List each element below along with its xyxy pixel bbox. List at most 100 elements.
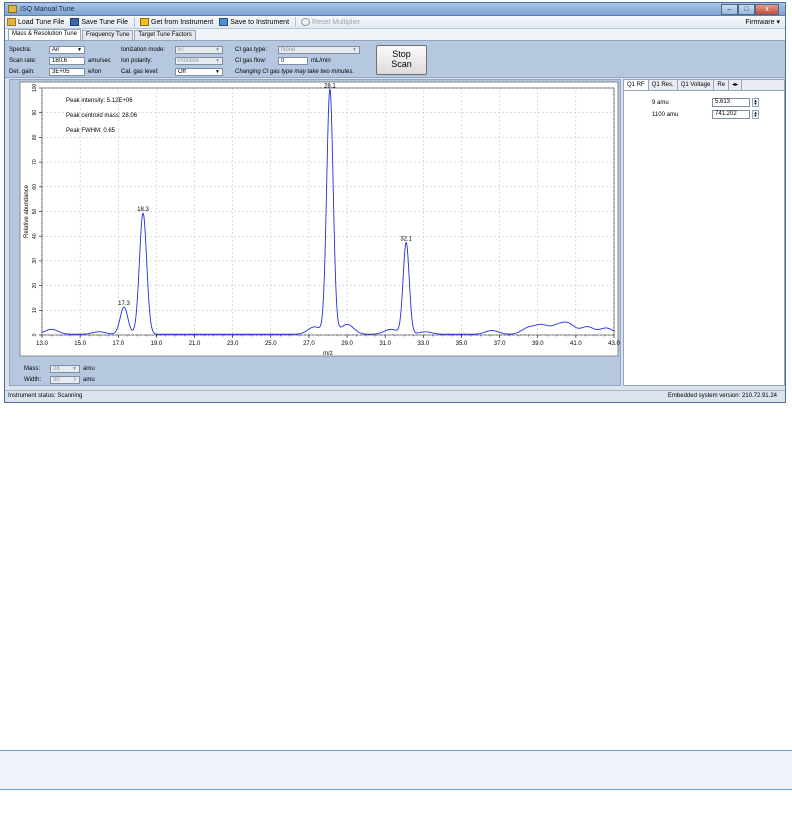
ion-polarity-label: Ion polarity:: [121, 58, 153, 64]
x-tick-label: 37.0: [494, 341, 506, 347]
stop-scan-line1: Stop: [392, 49, 411, 59]
y-tick-label: 70: [32, 159, 38, 165]
ci-gas-flow-input[interactable]: 0: [278, 57, 308, 65]
width-unit: amu: [83, 377, 95, 383]
ion-polarity-dropdown[interactable]: Positive ▼: [175, 57, 223, 65]
save-to-instrument-label: Save to Instrument: [230, 18, 290, 26]
floppy-icon: [70, 18, 80, 26]
peak-info-text: Peak intensity: 5.12E+06: [66, 98, 133, 104]
load-tune-file-button[interactable]: Load Tune File: [7, 18, 64, 26]
q1-rf-1100amu-spinner[interactable]: ▲ ▼: [752, 110, 759, 119]
y-tick-label: 50: [32, 209, 38, 215]
tab-re[interactable]: Re: [714, 80, 730, 90]
toolbar-separator: [134, 17, 136, 27]
x-tick-label: 27.0: [303, 341, 315, 347]
toolbar-separator: [295, 17, 297, 27]
save-tune-file-label: Save Tune File: [81, 18, 129, 26]
ci-gas-type-dropdown[interactable]: None ▼: [278, 46, 360, 54]
title-bar: ISQ Manual Tune – □ x: [5, 3, 785, 16]
q1-rf-1100amu-input[interactable]: 741.202: [712, 110, 750, 119]
x-tick-label: 31.0: [379, 341, 391, 347]
width-value: 30: [53, 377, 60, 383]
instrument-status: Instrument status: Scanning: [8, 393, 83, 399]
tab-q1-res[interactable]: Q1 Res.: [649, 80, 678, 90]
peak-info-text: Peak FWHM: 0.65: [66, 128, 116, 134]
spectra-label: Spectra:: [9, 47, 32, 53]
x-tick-label: 21.0: [189, 341, 201, 347]
ionization-mode-dropdown[interactable]: EI ▼: [175, 46, 223, 54]
ci-gas-flow-unit: mL/min: [311, 58, 331, 64]
q1-settings-panel: Q1 RF Q1 Res. Q1 Voltage Re ◂▸ 9 amu 5.6…: [623, 79, 785, 386]
x-tick-label: 13.0: [36, 341, 48, 347]
y-tick-label: 100: [32, 84, 38, 93]
isq-manual-tune-window: ISQ Manual Tune – □ x Load Tune File Sav…: [4, 2, 786, 403]
x-tick-label: 43.0: [608, 341, 620, 347]
ci-gas-note: Changing CI gas type may take two minute…: [235, 69, 355, 75]
y-tick-label: 0: [32, 333, 38, 336]
close-button[interactable]: x: [755, 3, 779, 15]
cal-gas-level-label: Cal. gas level:: [121, 69, 159, 75]
ionization-mode-label: Ionization mode:: [121, 47, 166, 53]
q1-rf-9amu-input[interactable]: 5.613: [712, 98, 750, 107]
tab-scroll-arrows-icon[interactable]: ◂▸: [729, 80, 743, 90]
firmware-label: Firmware: [745, 19, 775, 26]
width-stepper[interactable]: 30 ⇕: [50, 376, 80, 384]
x-tick-label: 17.0: [112, 341, 124, 347]
maximize-button[interactable]: □: [738, 3, 755, 15]
chevron-down-icon: ▼: [352, 47, 357, 53]
scan-rate-label: Scan rate:: [9, 58, 37, 64]
ci-gas-type-value: None: [281, 47, 296, 53]
status-bar: Instrument status: Scanning Embedded sys…: [5, 390, 785, 402]
window-title: ISQ Manual Tune: [20, 5, 75, 13]
y-tick-label: 10: [32, 307, 38, 313]
toolbar: Load Tune File Save Tune File Get from I…: [5, 16, 785, 29]
folder-icon: [7, 18, 16, 26]
load-tune-file-label: Load Tune File: [18, 18, 65, 26]
save-to-instrument-button[interactable]: Save to Instrument: [219, 18, 289, 26]
x-tick-label: 41.0: [570, 341, 582, 347]
minimize-button[interactable]: –: [721, 3, 738, 15]
x-tick-label: 19.0: [151, 341, 163, 347]
y-tick-label: 60: [32, 184, 38, 190]
cal-gas-level-value: Off: [178, 69, 186, 75]
y-tick-label: 40: [32, 233, 38, 239]
stop-scan-button[interactable]: Stop Scan: [376, 45, 427, 75]
get-from-instrument-button[interactable]: Get from Instrument: [140, 18, 213, 26]
q1-tabs: Q1 RF Q1 Res. Q1 Voltage Re ◂▸: [624, 80, 784, 91]
det-gain-input[interactable]: 3E+05: [49, 68, 85, 76]
tab-frequency-tune[interactable]: Frequency Tune: [82, 30, 134, 40]
det-gain-unit: e/Ion: [88, 69, 102, 75]
cal-gas-level-dropdown[interactable]: Off ▼: [175, 68, 223, 76]
reset-multiplier-button[interactable]: Reset Multiplier: [301, 18, 360, 26]
q1-rf-row-label: 1100 amu: [652, 112, 679, 118]
ion-polarity-value: Positive: [178, 58, 200, 64]
x-tick-label: 39.0: [532, 341, 544, 347]
y-tick-label: 20: [32, 283, 38, 289]
chevron-down-icon: ▼: [215, 69, 220, 75]
spectrum-chart-area: 0 10 20 30 40 50 60 70 80 90 100 13.0 15.0 17.0 19.0 21…: [9, 79, 621, 386]
scan-rate-input[interactable]: 180.6: [49, 57, 85, 65]
y-tick-label: 30: [32, 258, 38, 264]
app-icon: [8, 5, 17, 13]
tune-tabs: Mass & Resolution Tune Frequency Tune Ta…: [5, 29, 785, 40]
det-gain-label: Det. gain:: [9, 69, 35, 75]
get-from-instrument-label: Get from Instrument: [151, 18, 214, 26]
peak-info-text: Peak centroid mass: 28.06: [66, 113, 138, 119]
x-tick-label: 15.0: [74, 341, 86, 347]
tab-q1-voltage[interactable]: Q1 Voltage: [678, 80, 715, 90]
scan-rate-unit: amu/sec: [88, 58, 111, 64]
tab-mass-resolution-tune[interactable]: Mass & Resolution Tune: [8, 29, 82, 40]
x-tick-label: 33.0: [417, 341, 429, 347]
tab-q1-rf[interactable]: Q1 RF: [624, 80, 649, 90]
x-tick-label: 35.0: [456, 341, 468, 347]
ci-gas-flow-label: CI gas flow:: [235, 58, 267, 64]
peak-label: 18.3: [137, 207, 149, 213]
reset-icon: [301, 18, 311, 26]
tab-target-tune-factors[interactable]: Target Tune Factors: [134, 30, 196, 40]
save-tune-file-button[interactable]: Save Tune File: [70, 18, 128, 26]
spectra-value: Air: [52, 47, 60, 53]
firmware-menu[interactable]: Firmware ▾: [745, 18, 780, 26]
q1-rf-9amu-spinner[interactable]: ▲ ▼: [752, 98, 759, 107]
spectra-dropdown[interactable]: Air ▼: [49, 46, 85, 54]
mass-dropdown[interactable]: 28 ▼: [50, 365, 80, 373]
